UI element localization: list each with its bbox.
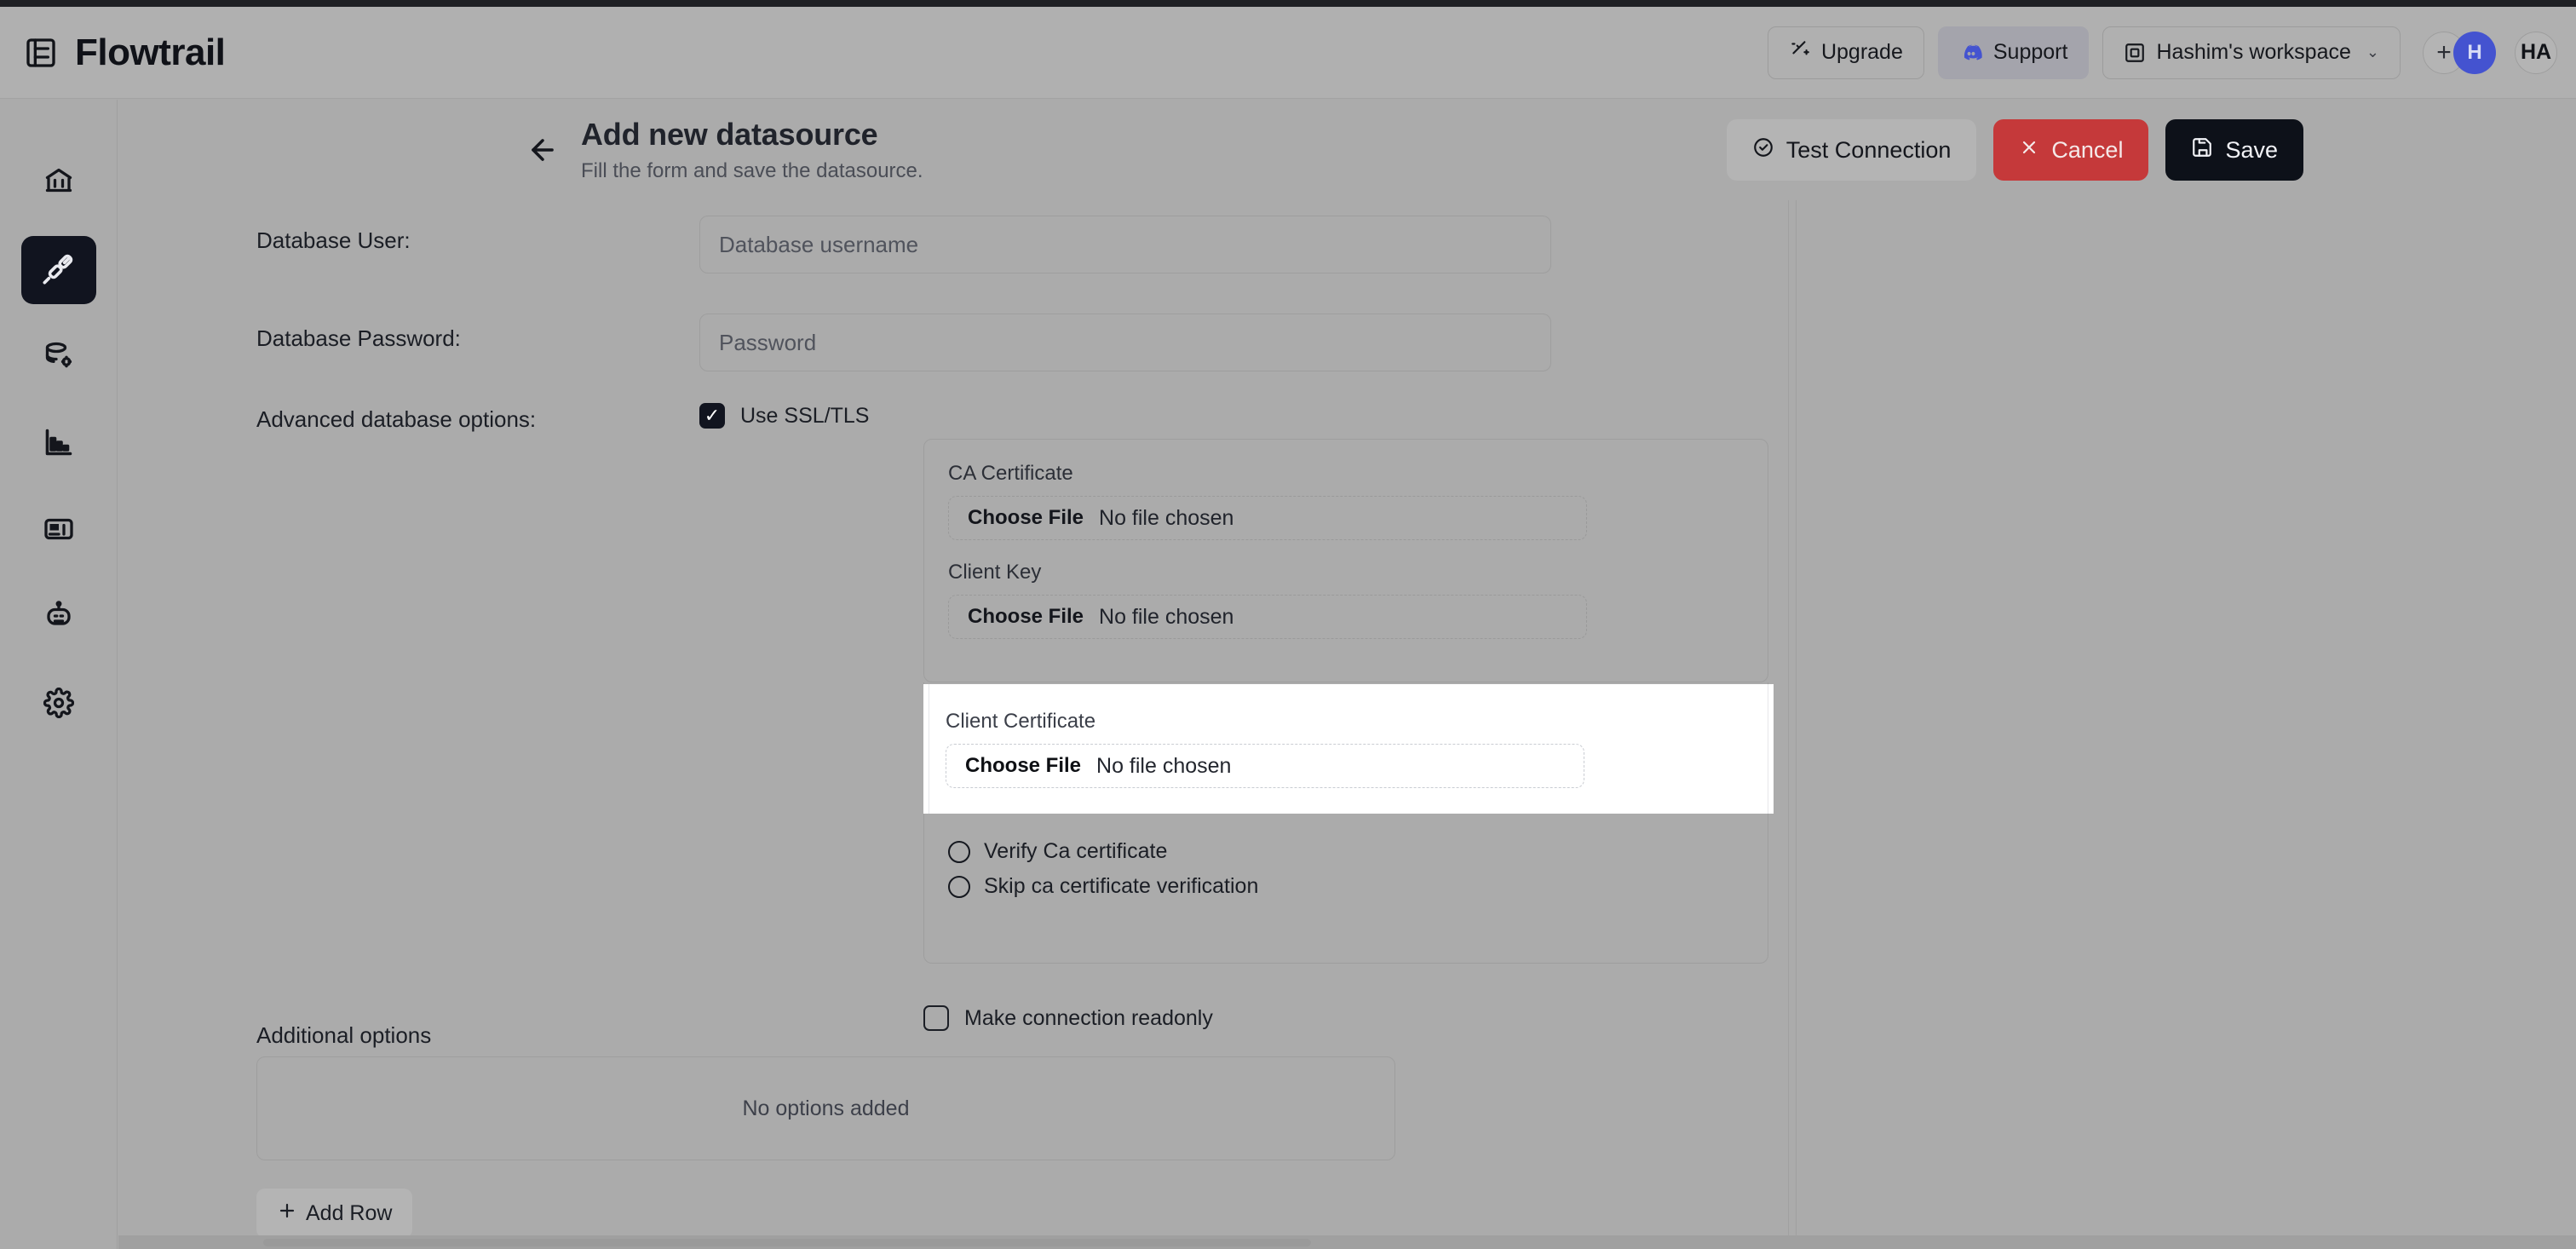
make-connection-readonly-checkbox[interactable] xyxy=(923,1005,949,1031)
workspace-icon xyxy=(2124,42,2146,64)
check-circle-icon xyxy=(1752,136,1774,164)
add-row-button[interactable]: Add Row xyxy=(256,1189,413,1238)
chevron-down-icon: ⌄ xyxy=(2366,43,2379,60)
database-gear-icon xyxy=(43,340,74,375)
client-certificate-file-input[interactable]: Choose File No file chosen xyxy=(946,744,1584,788)
sidebar-item-dashboards[interactable] xyxy=(21,497,96,565)
radio-circle-icon[interactable] xyxy=(948,875,970,898)
save-disk-icon xyxy=(2191,136,2213,164)
ca-certificate-file-input[interactable]: Choose File No file chosen xyxy=(948,496,1587,540)
save-label: Save xyxy=(2225,136,2278,163)
page-action-buttons: Test Connection Cancel Save xyxy=(1726,119,2303,181)
test-connection-label: Test Connection xyxy=(1785,136,1952,163)
additional-options-empty-text: No options added xyxy=(742,1096,910,1120)
ca-verification-options: Verify Ca certificate Skip ca certificat… xyxy=(923,819,1768,964)
header-actions: Upgrade Support Hashim's workspace ⌄ + H… xyxy=(1767,26,2557,79)
discord-icon xyxy=(1959,41,1983,65)
bar-chart-icon xyxy=(43,427,74,462)
client-key-label: Client Key xyxy=(948,561,1042,584)
ca-certificate-label: CA Certificate xyxy=(948,462,1073,485)
advanced-options-label: Advanced database options: xyxy=(256,406,537,432)
client-certificate-file-status: No file chosen xyxy=(1096,753,1232,778)
brand[interactable]: Flowtrail xyxy=(22,31,226,74)
avatar-member[interactable]: H xyxy=(2453,31,2496,74)
client-certificate-label: Client Certificate xyxy=(946,710,1096,733)
app-header: Flowtrail Upgrade Support Hashim's works… xyxy=(0,7,2576,99)
content-divider xyxy=(1788,200,1789,1249)
radio-circle-icon[interactable] xyxy=(948,840,970,863)
database-password-label: Database Password: xyxy=(256,325,461,351)
sidebar xyxy=(0,100,118,1249)
field-database-password: Database Password: xyxy=(256,314,1551,371)
robot-icon xyxy=(43,600,74,636)
page-subtitle: Fill the form and save the datasource. xyxy=(581,159,923,182)
horizontal-scrollbar[interactable] xyxy=(118,1235,2576,1249)
radio-skip-ca-label: Skip ca certificate verification xyxy=(984,874,1259,898)
ca-certificate-choose-file-button[interactable]: Choose File xyxy=(968,506,1084,530)
use-ssl-checkbox[interactable]: ✓ xyxy=(699,403,725,429)
spotlight-highlight-region: Client Certificate Choose File No file c… xyxy=(923,684,1774,814)
ca-certificate-field: CA Certificate Choose File No file chose… xyxy=(948,462,1744,540)
additional-options-label: Additional options xyxy=(256,1022,432,1048)
sidebar-item-analytics[interactable] xyxy=(21,410,96,478)
add-row-label: Add Row xyxy=(306,1200,393,1225)
page-title: Add new datasource xyxy=(581,117,878,152)
database-user-input[interactable] xyxy=(699,216,1551,273)
database-user-label: Database User: xyxy=(256,227,411,253)
readonly-checkbox-row[interactable]: Make connection readonly xyxy=(923,1005,1213,1031)
test-connection-button[interactable]: Test Connection xyxy=(1726,119,1977,181)
field-advanced-options: Advanced database options: ✓ Use SSL/TLS xyxy=(256,394,869,433)
plus-icon xyxy=(277,1200,297,1227)
brand-name: Flowtrail xyxy=(75,31,226,73)
sidebar-item-ai-assistant[interactable] xyxy=(21,584,96,652)
close-x-icon xyxy=(2019,137,2039,164)
page-titles: Add new datasource Fill the form and sav… xyxy=(581,117,923,183)
radio-verify-ca-label: Verify Ca certificate xyxy=(984,839,1168,863)
scrollbar-thumb[interactable] xyxy=(263,1239,1311,1246)
upgrade-button[interactable]: Upgrade xyxy=(1767,26,1924,79)
workspace-label: Hashim's workspace xyxy=(2156,40,2351,64)
client-key-file-input[interactable]: Choose File No file chosen xyxy=(948,595,1587,639)
sidebar-item-database-settings[interactable] xyxy=(21,323,96,391)
avatar-group: + H HA xyxy=(2423,31,2557,74)
ca-certificate-file-status: No file chosen xyxy=(1099,505,1234,530)
additional-options-empty-state: No options added xyxy=(256,1056,1395,1160)
gear-icon xyxy=(43,687,74,722)
client-key-file-status: No file chosen xyxy=(1099,604,1234,629)
sidebar-item-home[interactable] xyxy=(21,149,96,217)
make-connection-readonly-label: Make connection readonly xyxy=(964,1005,1213,1030)
save-button[interactable]: Save xyxy=(2165,119,2303,181)
flowtrail-logo-icon xyxy=(22,34,60,72)
client-certificate-choose-file-button[interactable]: Choose File xyxy=(965,754,1081,778)
cancel-label: Cancel xyxy=(2051,136,2124,163)
upgrade-label: Upgrade xyxy=(1820,40,1903,64)
sidebar-item-datasources[interactable] xyxy=(20,236,96,304)
use-ssl-label: Use SSL/TLS xyxy=(740,403,870,428)
workspace-selector[interactable]: Hashim's workspace ⌄ xyxy=(2102,26,2401,79)
app-root: Flowtrail Upgrade Support Hashim's works… xyxy=(0,0,2576,1249)
radio-skip-ca[interactable]: Skip ca certificate verification xyxy=(948,874,1744,899)
client-key-choose-file-button[interactable]: Choose File xyxy=(968,605,1084,629)
field-database-user: Database User: xyxy=(256,216,1551,273)
client-key-field: Client Key Choose File No file chosen xyxy=(948,561,1744,639)
sidebar-item-settings[interactable] xyxy=(21,671,96,739)
page-header: Add new datasource Fill the form and sav… xyxy=(118,100,2576,200)
window-top-strip xyxy=(0,0,2576,7)
bank-home-icon xyxy=(43,166,74,201)
ssl-checkbox-row[interactable]: ✓ Use SSL/TLS xyxy=(699,394,869,429)
database-password-input[interactable] xyxy=(699,314,1551,371)
sparkles-icon xyxy=(1789,38,1811,66)
arrow-left-icon[interactable] xyxy=(523,130,562,170)
client-certificate-field: Client Certificate Choose File No file c… xyxy=(923,684,1774,788)
radio-verify-ca[interactable]: Verify Ca certificate xyxy=(948,839,1744,864)
cancel-button[interactable]: Cancel xyxy=(1993,119,2149,181)
main-content: Add new datasource Fill the form and sav… xyxy=(118,100,2576,1249)
dashboard-panel-icon xyxy=(43,514,74,549)
ssl-options-panel: CA Certificate Choose File No file chose… xyxy=(923,439,1768,682)
support-label: Support xyxy=(1992,40,2068,64)
avatar-current-user[interactable]: HA xyxy=(2515,31,2557,74)
plug-connection-icon xyxy=(42,251,76,290)
support-button[interactable]: Support xyxy=(1937,26,2090,79)
